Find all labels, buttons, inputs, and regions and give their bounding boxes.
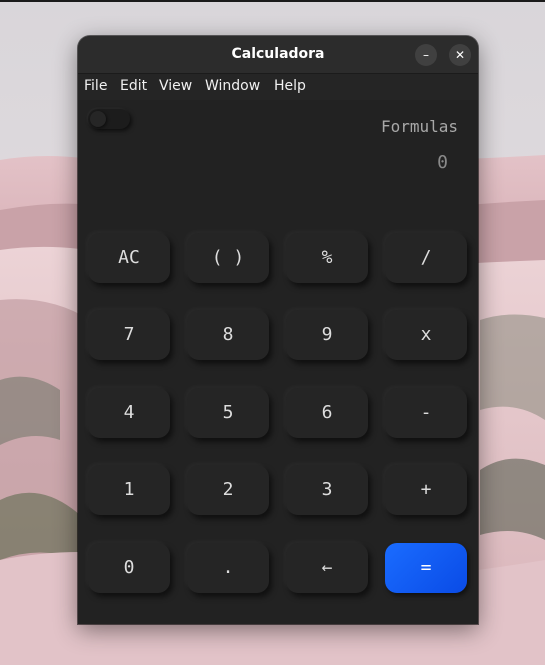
key-percent[interactable]: % [286, 233, 368, 283]
key-9[interactable]: 9 [286, 310, 368, 360]
keypad: AC ( ) % / 7 8 9 x 4 5 6 - 1 2 3 + 0 . ←… [78, 36, 478, 624]
key-multiply[interactable]: x [385, 310, 467, 360]
key-4[interactable]: 4 [88, 388, 170, 438]
key-0[interactable]: 0 [88, 543, 170, 593]
key-7[interactable]: 7 [88, 310, 170, 360]
key-8[interactable]: 8 [187, 310, 269, 360]
key-divide[interactable]: / [385, 233, 467, 283]
calculator-window: Calculadora – ✕ File Edit View Window He… [78, 36, 478, 624]
key-add[interactable]: + [385, 465, 467, 515]
key-5[interactable]: 5 [187, 388, 269, 438]
key-decimal[interactable]: . [187, 543, 269, 593]
key-6[interactable]: 6 [286, 388, 368, 438]
key-subtract[interactable]: - [385, 388, 467, 438]
key-backspace[interactable]: ← [286, 543, 368, 593]
key-equals[interactable]: = [385, 543, 467, 593]
key-parentheses[interactable]: ( ) [187, 233, 269, 283]
key-3[interactable]: 3 [286, 465, 368, 515]
key-clear[interactable]: AC [88, 233, 170, 283]
key-2[interactable]: 2 [187, 465, 269, 515]
key-1[interactable]: 1 [88, 465, 170, 515]
